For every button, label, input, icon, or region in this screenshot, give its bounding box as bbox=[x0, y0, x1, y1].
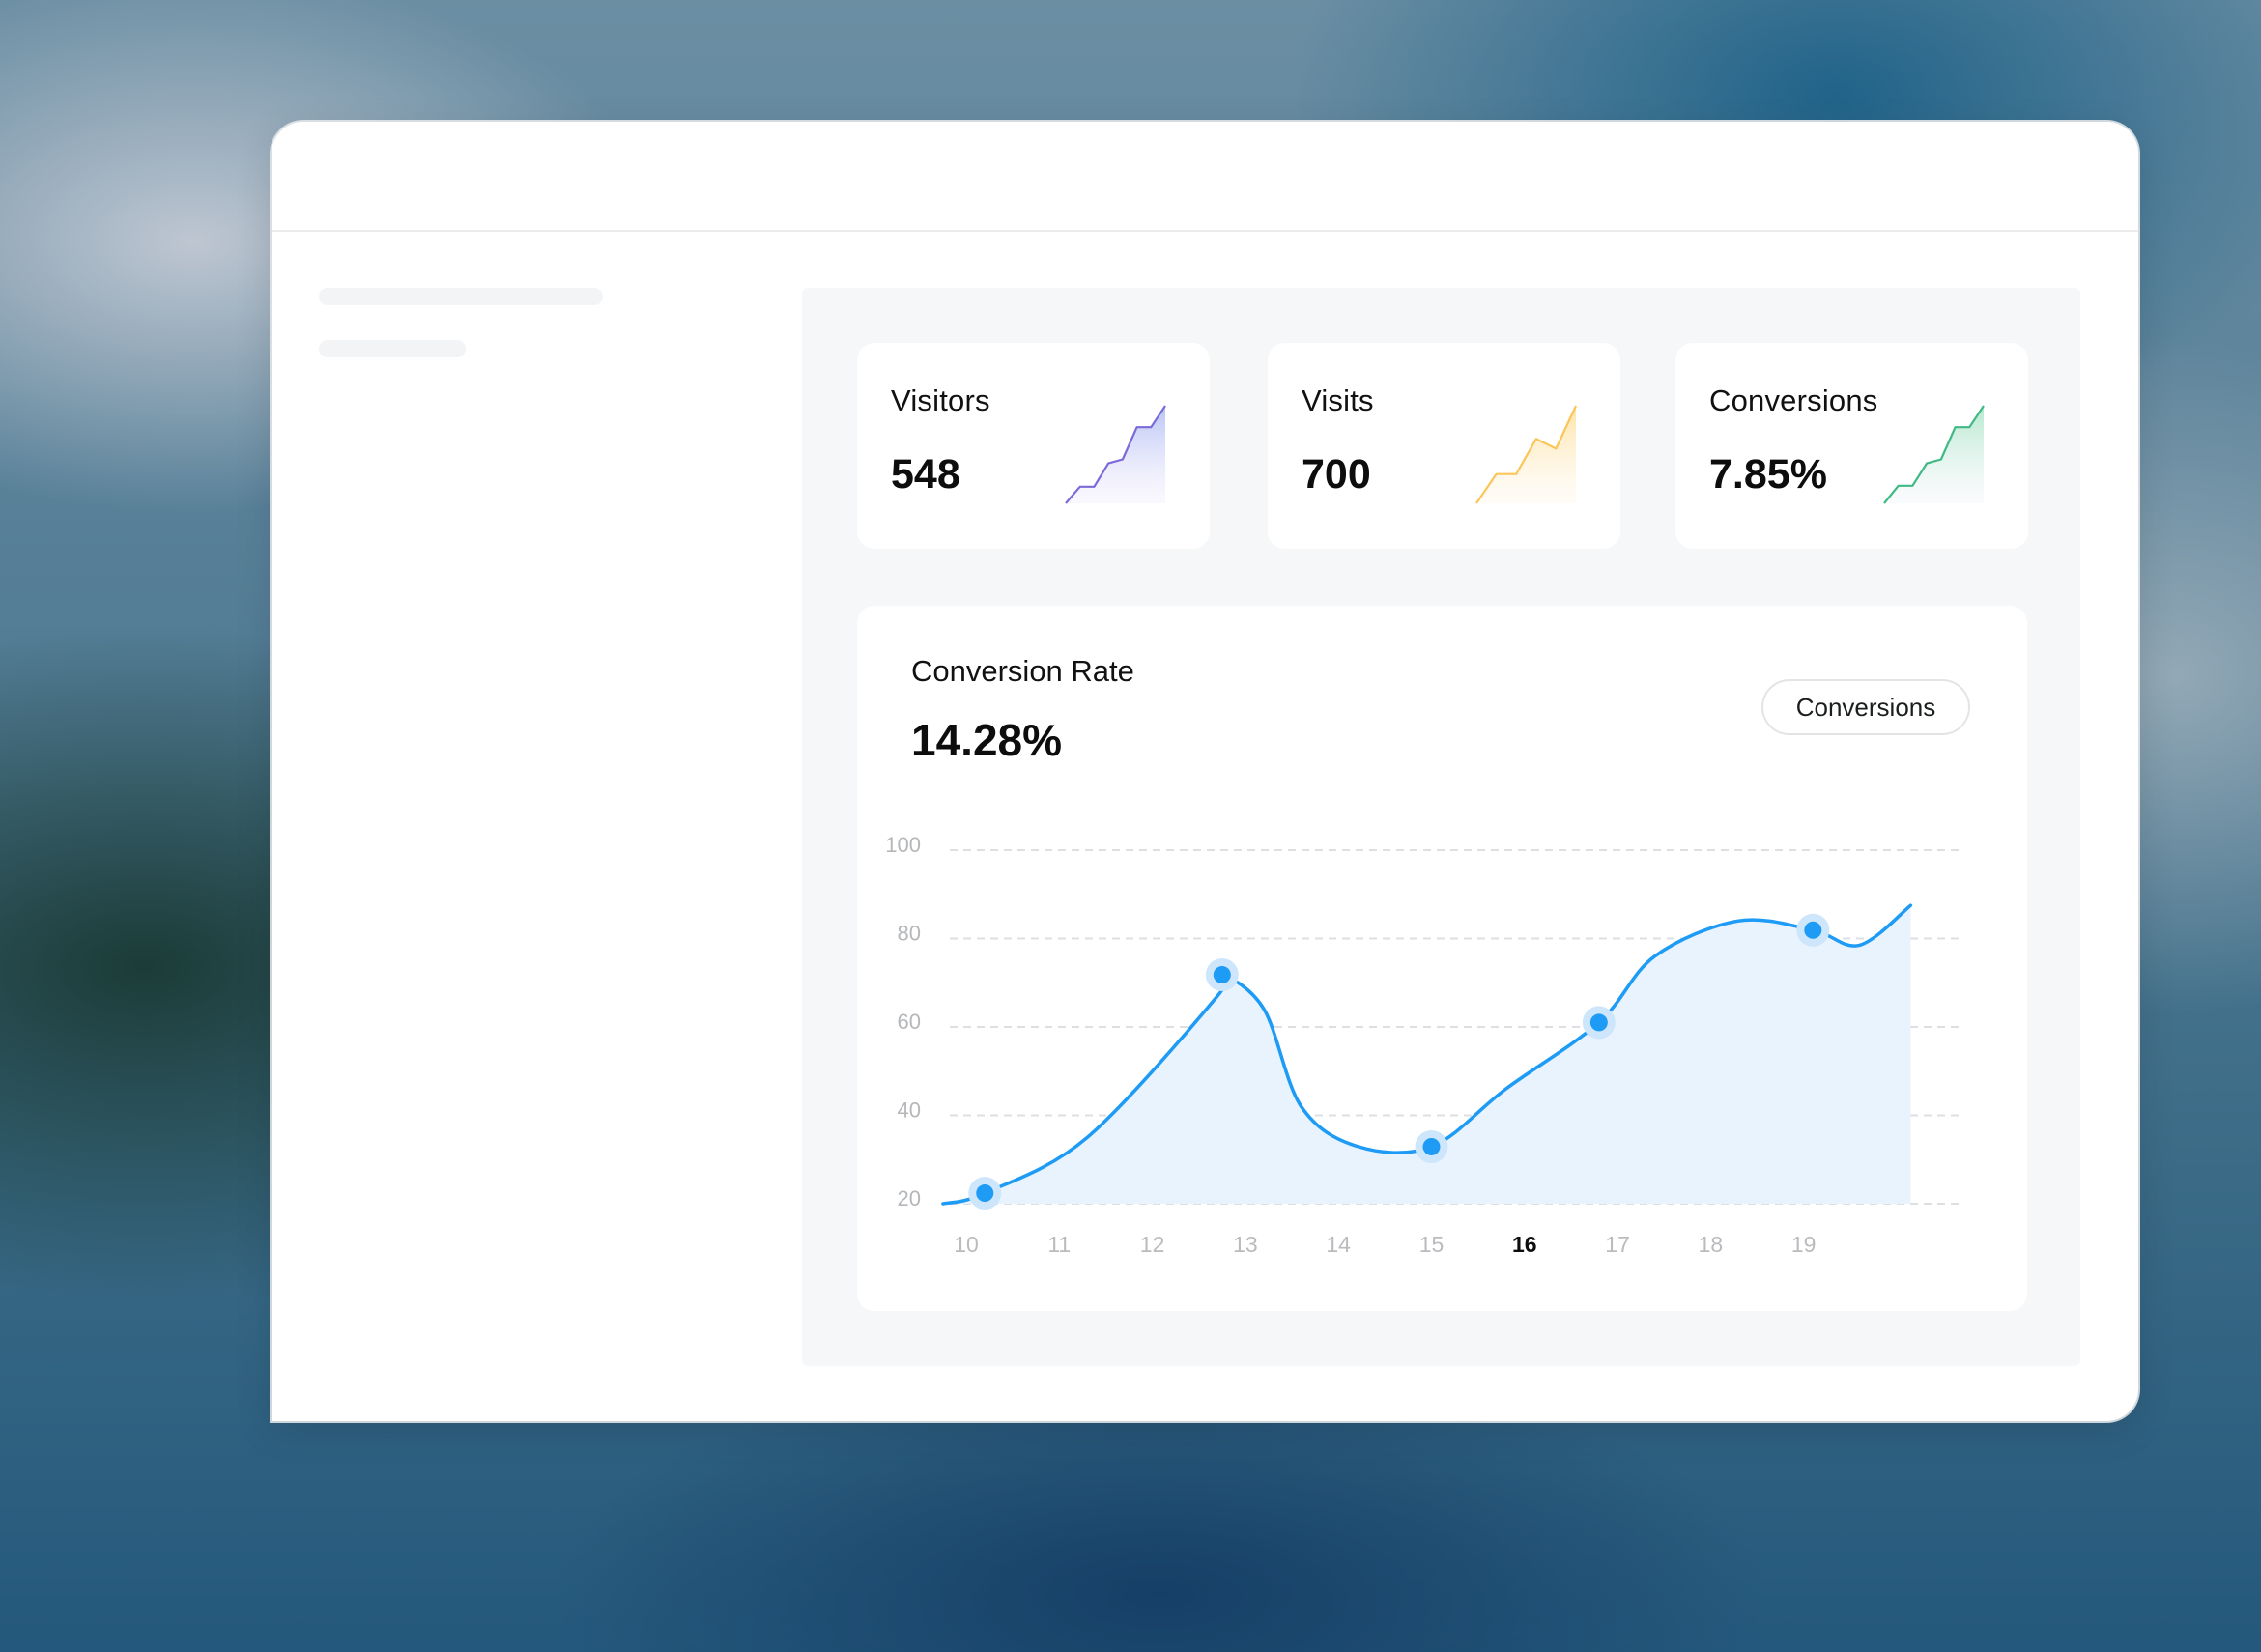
y-tick-label: 100 bbox=[885, 833, 921, 857]
sparkline-visitors bbox=[1065, 405, 1166, 504]
window-header bbox=[272, 122, 2138, 232]
x-tick-label: 14 bbox=[1326, 1232, 1351, 1257]
stat-card-visitors[interactable]: Visitors 548 bbox=[857, 343, 1210, 549]
stat-card-visits[interactable]: Visits 700 bbox=[1268, 343, 1620, 549]
y-tick-label: 80 bbox=[898, 922, 921, 946]
dashboard-panel: Visitors 548 Visits 700 Conversions 7.85… bbox=[802, 288, 2080, 1366]
sparkline-fill bbox=[1884, 406, 1984, 503]
sidebar-skeleton-line bbox=[319, 288, 603, 305]
conversion-rate-card: Conversion Rate 14.28% Conversions 20 40 6… bbox=[857, 606, 2027, 1311]
x-tick-label: 17 bbox=[1605, 1232, 1630, 1257]
y-tick-label: 40 bbox=[898, 1098, 921, 1123]
x-tick-label: 13 bbox=[1233, 1232, 1258, 1257]
x-tick-label: 12 bbox=[1140, 1232, 1165, 1257]
sparkline-visits bbox=[1475, 405, 1577, 504]
sparkline-fill bbox=[1066, 406, 1165, 503]
y-tick-label: 20 bbox=[898, 1186, 921, 1211]
conversion-rate-chart: 20 40 60 80 100 10 11 12 13 14 15 16 17 18 19 bbox=[885, 833, 1960, 1257]
sidebar-skeleton-line bbox=[319, 340, 466, 357]
stat-card-conversions[interactable]: Conversions 7.85% bbox=[1675, 343, 2028, 549]
data-point bbox=[1213, 966, 1231, 984]
data-point bbox=[1589, 1013, 1608, 1032]
x-tick-label: 11 bbox=[1047, 1232, 1071, 1257]
app-window: Visitors 548 Visits 700 Conversions 7.85… bbox=[272, 122, 2138, 1421]
data-point bbox=[1804, 921, 1822, 939]
sparkline-conversions bbox=[1883, 405, 1985, 504]
x-tick-label: 15 bbox=[1419, 1232, 1445, 1257]
x-tick-label: 10 bbox=[954, 1232, 979, 1257]
y-tick-label: 60 bbox=[898, 1010, 921, 1034]
data-point bbox=[976, 1184, 994, 1203]
x-tick-label: 16 bbox=[1512, 1232, 1537, 1257]
data-point bbox=[1422, 1137, 1441, 1155]
x-tick-label: 19 bbox=[1791, 1232, 1817, 1257]
x-tick-label: 18 bbox=[1699, 1232, 1724, 1257]
